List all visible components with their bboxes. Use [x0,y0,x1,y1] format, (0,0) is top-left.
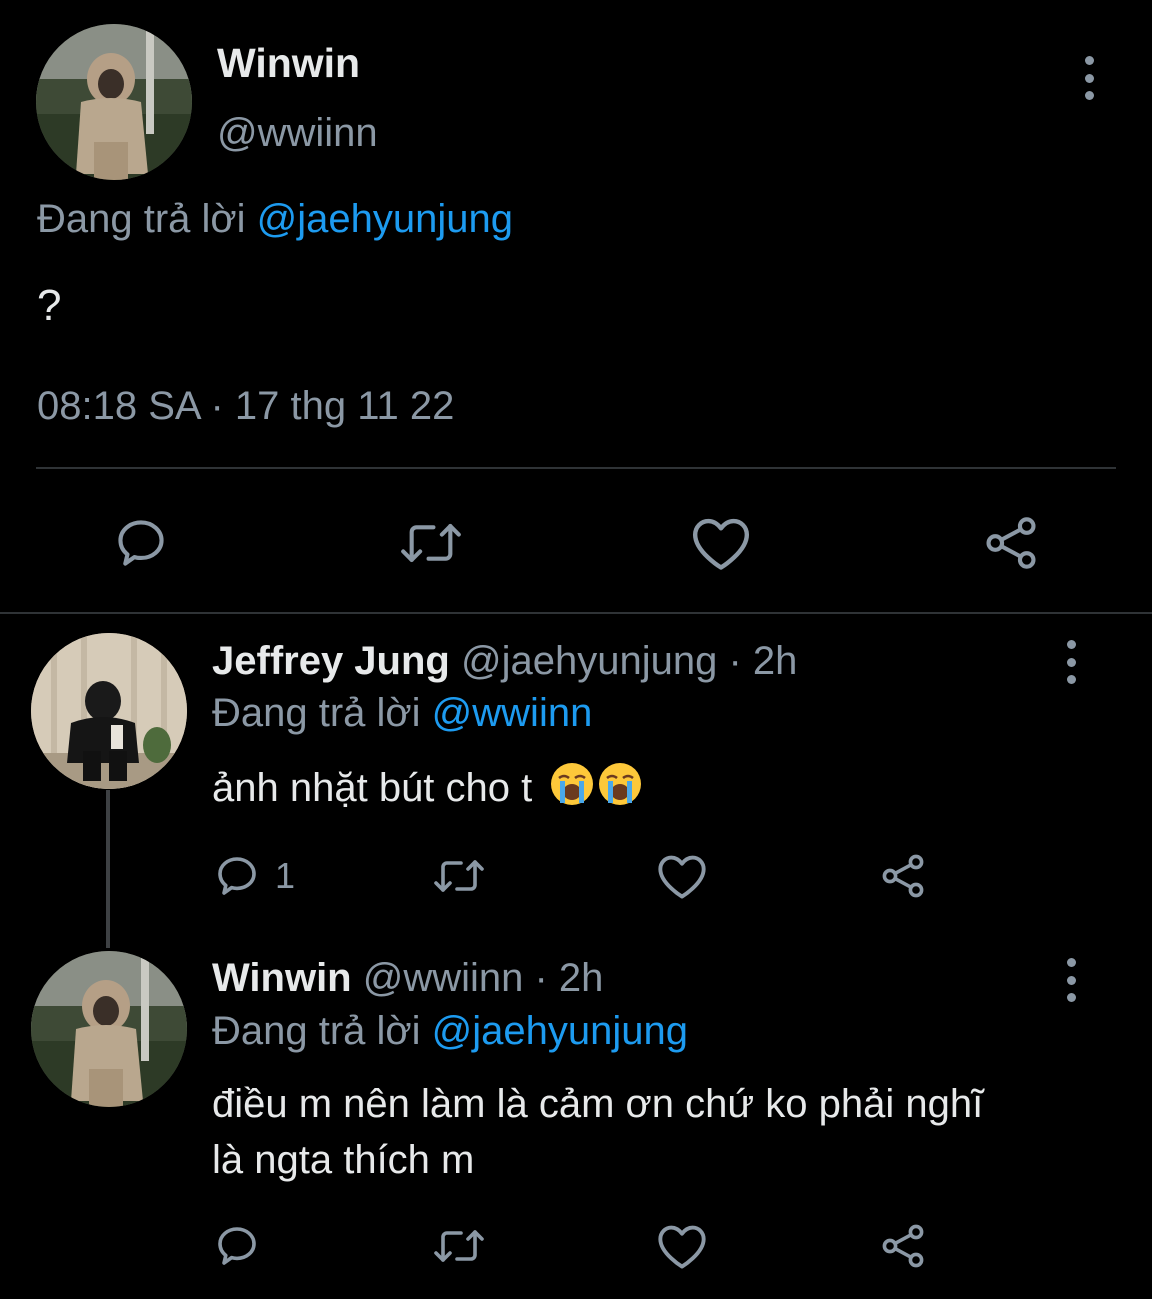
tweet-text: điều m nên làm là cảm ơn chứ ko phải ngh… [212,1082,984,1182]
reply-icon [218,857,256,895]
like-icon [692,518,750,570]
retweet-button[interactable] [430,852,488,900]
more-vertical-icon[interactable] [1077,56,1101,100]
share-icon [986,517,1036,569]
reply-prefix: Đang trả lời [212,1009,421,1053]
replying-to: Đang trả lời @wwiinn [212,688,592,738]
share-button[interactable] [982,514,1040,572]
reply-prefix: Đang trả lời [37,197,246,241]
like-button[interactable] [656,852,708,900]
divider [0,612,1152,614]
more-vertical-icon[interactable] [1059,640,1083,684]
share-icon [882,1224,924,1268]
share-button[interactable] [879,1222,927,1270]
mention-link[interactable]: @jaehyunjung [432,1009,688,1053]
like-button[interactable] [690,514,752,572]
loudly-crying-face-icon [597,761,643,807]
reply-icon [218,1227,256,1265]
retweet-button[interactable] [430,1222,488,1270]
avatar[interactable] [31,633,187,789]
handle-and-time[interactable]: @wwiinn · 2h [363,956,604,1000]
retweet-icon [434,860,484,892]
divider [36,467,1116,469]
handle-and-time[interactable]: @jaehyunjung · 2h [461,639,797,683]
replying-to: Đang trả lời @jaehyunjung [212,1006,688,1056]
reply-header: Jeffrey Jung @jaehyunjung · 2h [212,636,797,686]
tweet-actions [0,506,1152,576]
mention-link[interactable]: @jaehyunjung [257,197,513,241]
avatar[interactable] [36,24,192,180]
tweet-text-body: ảnh nhặt bút cho t [212,766,533,810]
reply-button[interactable] [112,514,170,572]
loudly-crying-face-icon [549,761,595,807]
share-button[interactable] [879,852,927,900]
retweet-icon [401,524,461,562]
share-icon [882,854,924,898]
tweet-timestamp[interactable]: 08:18 SA · 17 thg 11 22 [37,380,454,432]
reply-prefix: Đang trả lời [212,691,421,735]
tweet-text: ảnh nhặt bút cho t [212,760,1092,816]
mention-link[interactable]: @wwiinn [432,691,593,735]
like-icon [658,1225,706,1269]
display-name[interactable]: Winwin [217,38,360,88]
retweet-icon [434,1230,484,1262]
reply-button[interactable]: 1 [213,852,295,900]
thread-line [106,790,110,948]
avatar[interactable] [31,951,187,1107]
tweet-text: ? [37,281,62,330]
reply-button[interactable] [213,1222,261,1270]
display-name[interactable]: Winwin [212,956,352,1000]
retweet-button[interactable] [396,514,466,572]
reply-count: 1 [275,855,296,896]
replying-to: Đang trả lời @jaehyunjung [37,193,513,245]
reply-header: Winwin @wwiinn · 2h [212,953,603,1003]
more-vertical-icon[interactable] [1059,958,1083,1002]
display-name[interactable]: Jeffrey Jung [212,639,450,683]
like-icon [658,855,706,899]
tweet-thread-screen: Winwin @wwiinn Đang trả lời @jaehyunjung… [0,0,1152,1299]
reply-icon [118,520,164,566]
user-handle[interactable]: @wwiinn [217,108,378,158]
like-button[interactable] [656,1222,708,1270]
